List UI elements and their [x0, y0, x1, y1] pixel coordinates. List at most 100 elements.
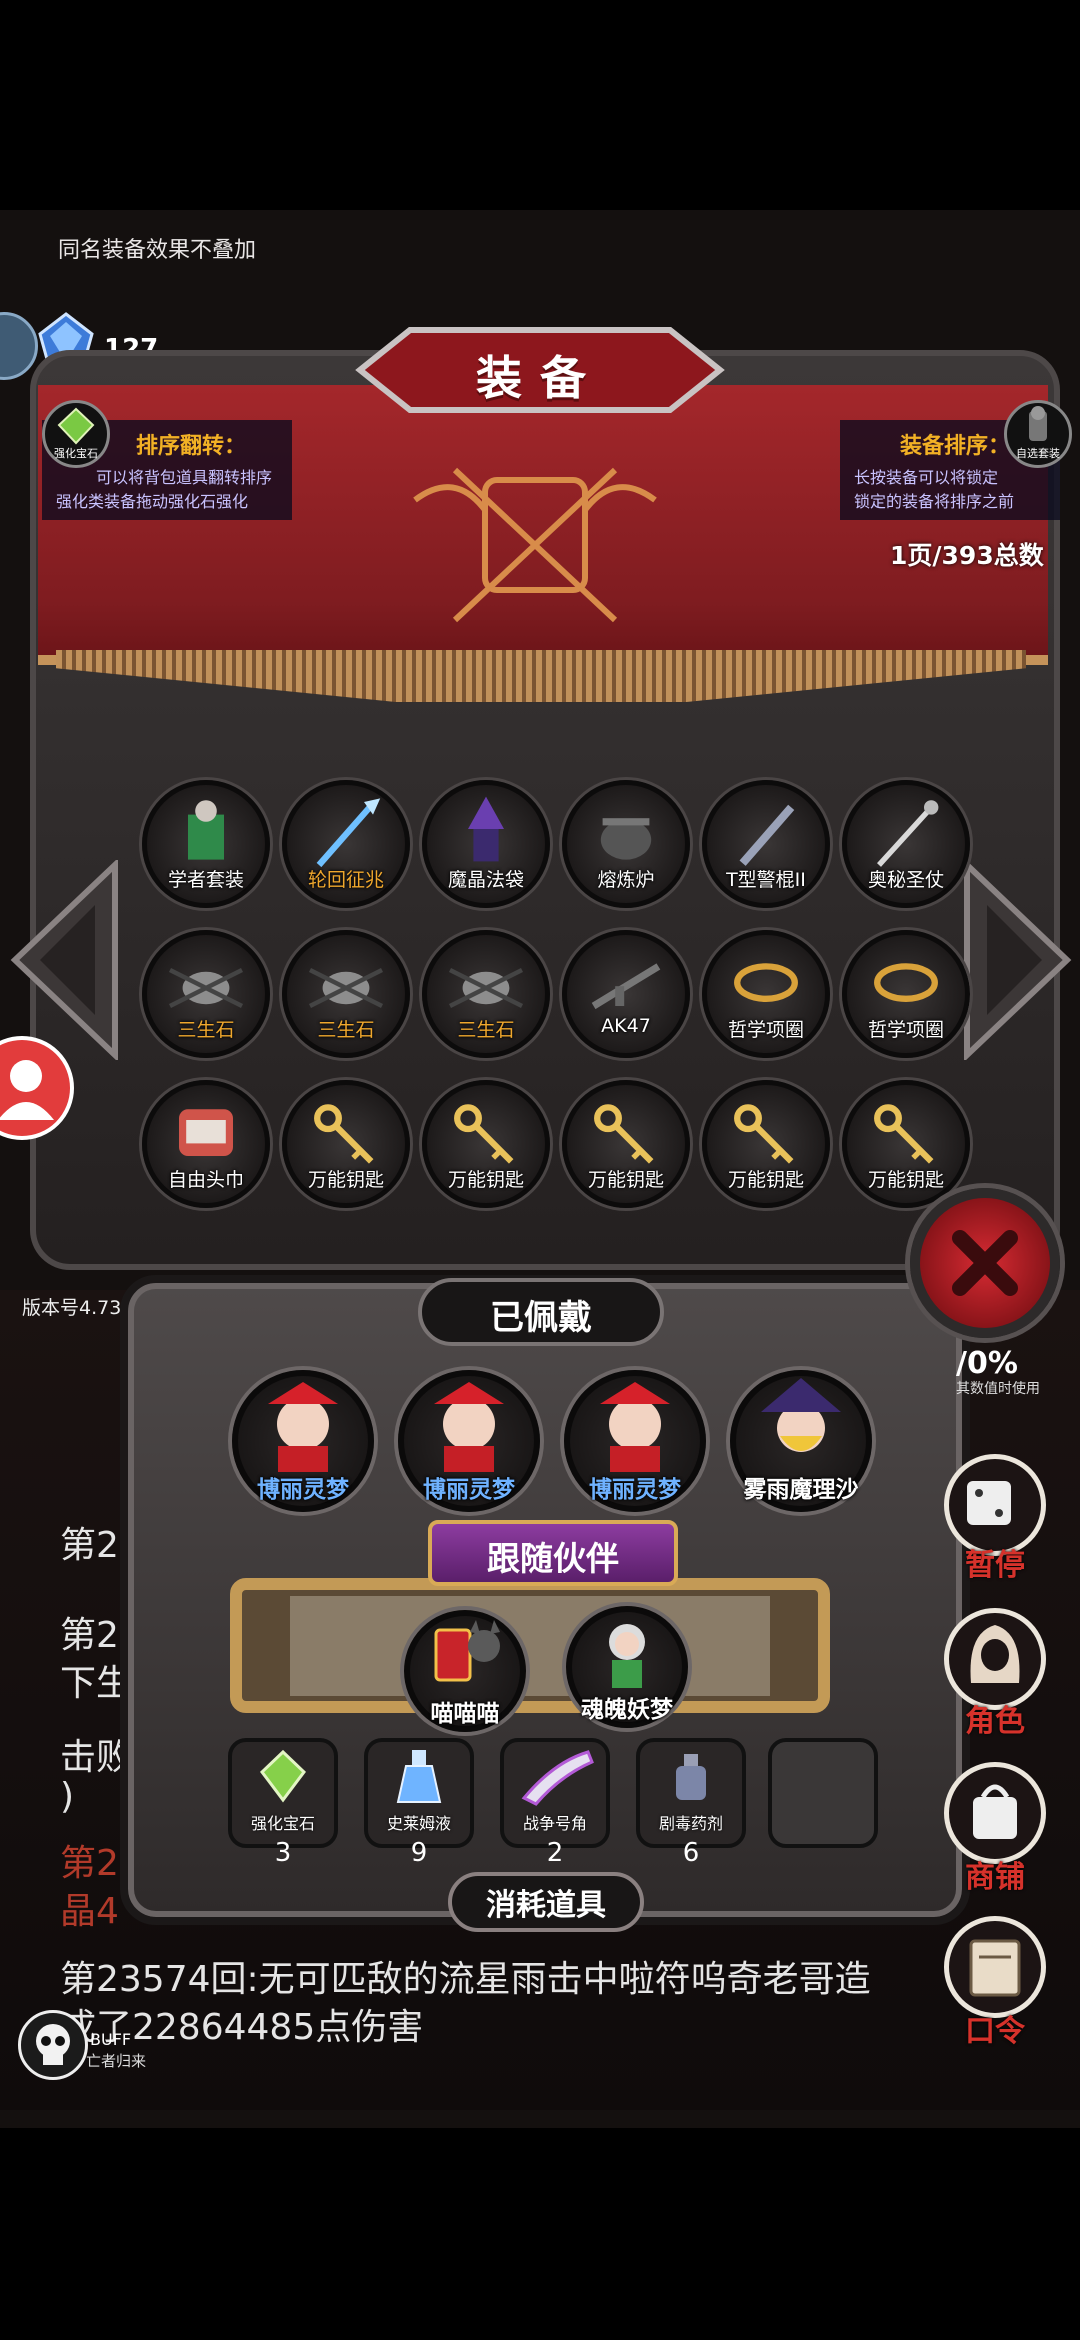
equipment-slot[interactable]: 万能钥匙 [562, 1080, 690, 1208]
equipped-character-slot[interactable]: 博丽灵梦 [232, 1370, 374, 1512]
equipment-slot[interactable]: 熔炼炉 [562, 780, 690, 908]
equipped-character-slot[interactable]: 雾雨魔理沙 [730, 1370, 872, 1512]
log-line: 第2 [60, 1525, 119, 1566]
equipment-name: 万能钥匙 [587, 1169, 664, 1191]
user-avatar-button[interactable] [0, 1036, 74, 1140]
equipment-name: 哲学项圈 [867, 1019, 944, 1041]
consumable-name: 史莱姆液 [386, 1814, 451, 1833]
follower-frame-inner [290, 1596, 770, 1696]
password-label: 口令 [965, 2014, 1025, 2049]
next-page-arrow-icon[interactable] [962, 860, 1072, 1060]
follower-name: 喵喵喵 [430, 1701, 500, 1727]
equipment-slot[interactable]: 万能钥匙 [842, 1080, 970, 1208]
green-gem-icon [260, 1749, 306, 1803]
equipment-slot[interactable]: 自由头巾 [142, 1080, 270, 1208]
equipment-slot[interactable]: T型警棍II [702, 780, 830, 908]
equipment-name: 轮回征兆 [307, 869, 384, 891]
enhance-gem-shortcut[interactable]: 强化宝石 [42, 400, 110, 468]
equipment-name: 魔晶法袋 [447, 869, 524, 891]
reimu-portrait-icon [600, 1382, 670, 1472]
consumables-title: 消耗道具 [486, 1888, 606, 1923]
equipment-slot[interactable]: 三生石 [422, 930, 550, 1058]
equipment-slot[interactable]: 三生石 [142, 930, 270, 1058]
equipment-slot[interactable]: 魔晶法袋 [422, 780, 550, 908]
follower-name: 魂魄妖梦 [581, 1697, 673, 1723]
reimu-portrait-icon [268, 1382, 338, 1472]
equipment-name: 万能钥匙 [447, 1169, 524, 1191]
equipment-slot[interactable]: 轮回征兆 [282, 780, 410, 908]
follower-title: 跟随伙伴 [487, 1539, 619, 1578]
equipment-name: 熔炼炉 [597, 869, 655, 891]
equipped-title: 已佩戴 [490, 1298, 592, 1338]
buff-badge[interactable] [18, 2010, 88, 2080]
equip-sort-desc-2: 锁定的装备将排序之前 [854, 492, 1015, 511]
potion-icon [396, 1750, 442, 1803]
character-name: 博丽灵梦 [257, 1477, 349, 1503]
person-icon [0, 1060, 54, 1120]
equipment-name: 学者套装 [167, 869, 244, 891]
shop-label: 商铺 [965, 1860, 1025, 1895]
equipment-slot[interactable]: 万能钥匙 [702, 1080, 830, 1208]
consumable-slot[interactable]: 强化宝石 3 [228, 1738, 338, 1868]
version-label: 版本号4.73 [22, 1297, 122, 1319]
page-count: 1页/393总数 [890, 541, 1044, 570]
equipment-name: T型警棍II [726, 869, 806, 891]
equipment-name: 三生石 [317, 1019, 375, 1041]
custom-suit-caption: 自选套装 [1016, 447, 1060, 460]
consumable-count: 6 [682, 1838, 700, 1868]
equipment-slot[interactable]: 哲学项圈 [702, 930, 830, 1058]
pause-label: 暂停 [965, 1548, 1025, 1583]
equipment-slot[interactable]: 学者套装 [142, 780, 270, 908]
equipment-slot[interactable]: 万能钥匙 [282, 1080, 410, 1208]
book-icon [969, 1939, 1021, 1997]
equipment-name: 万能钥匙 [867, 1169, 944, 1191]
shop-button[interactable] [944, 1762, 1046, 1864]
crossed-swords-emblem-icon [413, 467, 657, 623]
consumable-slot[interactable]: 剧毒药剂 6 [636, 1738, 746, 1868]
equipment-name: 万能钥匙 [307, 1169, 384, 1191]
equipped-character-slot[interactable]: 博丽灵梦 [398, 1370, 540, 1512]
password-button[interactable] [944, 1916, 1046, 2018]
green-gem-icon [57, 407, 95, 445]
equipment-name: 奥秘圣仗 [867, 869, 944, 891]
log-line: 第23574回:无可匹敌的流星雨击中啦符呜奇老哥造 [60, 1959, 871, 2000]
log-line: 晶4 [60, 1891, 119, 1932]
consumable-count: 2 [546, 1838, 564, 1868]
equipment-slot[interactable]: AK47 [562, 930, 690, 1058]
consumable-slot[interactable]: 战争号角 2 [500, 1738, 610, 1868]
war-horn-icon [521, 1750, 594, 1806]
consumable-slot[interactable]: 史莱姆液 9 [364, 1738, 474, 1868]
cat-knight-icon [434, 1620, 500, 1682]
equipped-character-slot[interactable]: 博丽灵梦 [564, 1370, 706, 1512]
marisa-portrait-icon [761, 1378, 841, 1452]
shop-bag-icon [973, 1784, 1017, 1839]
close-button[interactable] [910, 1188, 1060, 1338]
panel-title: 装备 [476, 351, 604, 405]
equipment-slot[interactable]: 奥秘圣仗 [842, 780, 970, 908]
skull-icon [36, 2024, 70, 2065]
follower-slot[interactable]: 魂魄妖梦 [566, 1606, 688, 1728]
enhance-gem-caption: 强化宝石 [54, 447, 98, 460]
hint-text: 同名装备效果不叠加 [58, 238, 257, 263]
equipment-name: AK47 [601, 1015, 651, 1037]
character-name: 博丽灵梦 [589, 1477, 681, 1503]
dice-icon [967, 1481, 1011, 1525]
character-button[interactable] [944, 1608, 1046, 1710]
character-name: 雾雨魔理沙 [743, 1477, 859, 1503]
close-icon [952, 1230, 1018, 1296]
consumable-slot-empty[interactable] [768, 1738, 878, 1848]
side-value-caption: 其数值时使用 [956, 1381, 1040, 1397]
follower-slot[interactable]: 喵喵喵 [404, 1610, 526, 1732]
equipment-slot[interactable]: 哲学项圈 [842, 930, 970, 1058]
consumable-name: 强化宝石 [250, 1814, 315, 1833]
equipment-slot[interactable]: 万能钥匙 [422, 1080, 550, 1208]
equipment-slot[interactable]: 三生石 [282, 930, 410, 1058]
prev-page-arrow-icon[interactable] [10, 860, 120, 1060]
equipment-name: 自由头巾 [167, 1169, 244, 1191]
character-name: 博丽灵梦 [423, 1477, 515, 1503]
hooded-figure-icon [970, 1625, 1020, 1683]
youmu-portrait-icon [609, 1624, 645, 1688]
custom-suit-shortcut[interactable]: 自选套装 [1004, 400, 1072, 468]
reimu-portrait-icon [434, 1382, 504, 1472]
poison-bottle-icon [676, 1754, 706, 1800]
